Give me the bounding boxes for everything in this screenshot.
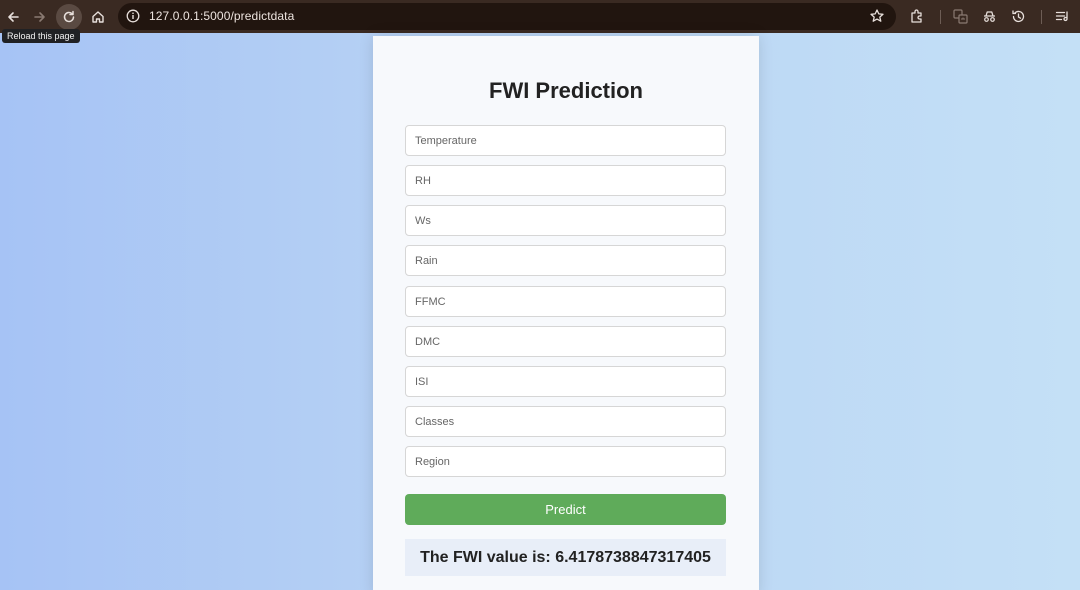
forward-arrow-icon — [34, 12, 45, 22]
toolbar-divider — [1041, 10, 1042, 24]
prediction-result: The FWI value is: 6.4178738847317405 — [405, 539, 726, 576]
forward-button[interactable] — [27, 4, 53, 30]
ws-input[interactable] — [405, 205, 726, 236]
isi-input[interactable] — [405, 366, 726, 397]
back-arrow-icon — [8, 12, 19, 22]
back-button[interactable] — [0, 4, 26, 30]
browser-toolbar: 127.0.0.1:5000/predictdata — [0, 0, 1080, 33]
toolbar-divider — [940, 10, 941, 24]
reading-list-icon[interactable] — [1054, 8, 1071, 25]
translate-icon[interactable] — [952, 8, 969, 25]
form-title: FWI Prediction — [489, 78, 643, 103]
rain-input[interactable] — [405, 245, 726, 276]
region-input[interactable] — [405, 446, 726, 477]
site-info-icon[interactable] — [126, 9, 140, 23]
incognito-icon[interactable] — [981, 8, 998, 25]
predict-button[interactable]: Predict — [405, 494, 726, 525]
ffmc-input[interactable] — [405, 286, 726, 317]
url-text: 127.0.0.1:5000/predictdata — [149, 9, 295, 23]
reload-button[interactable] — [56, 4, 82, 30]
rh-input[interactable] — [405, 165, 726, 196]
bookmark-star-icon[interactable] — [869, 8, 885, 24]
home-button[interactable] — [85, 4, 111, 30]
temperature-input[interactable] — [405, 125, 726, 156]
history-icon[interactable] — [1010, 8, 1027, 25]
classes-input[interactable] — [405, 406, 726, 437]
reload-tooltip: Reload this page — [2, 29, 80, 43]
address-bar[interactable]: 127.0.0.1:5000/predictdata — [118, 3, 896, 30]
reload-icon — [63, 10, 75, 23]
dmc-input[interactable] — [405, 326, 726, 357]
extensions-icon[interactable] — [909, 8, 926, 25]
prediction-form-card: FWI Prediction Predict The FWI value is:… — [373, 36, 759, 590]
home-icon — [92, 11, 104, 23]
